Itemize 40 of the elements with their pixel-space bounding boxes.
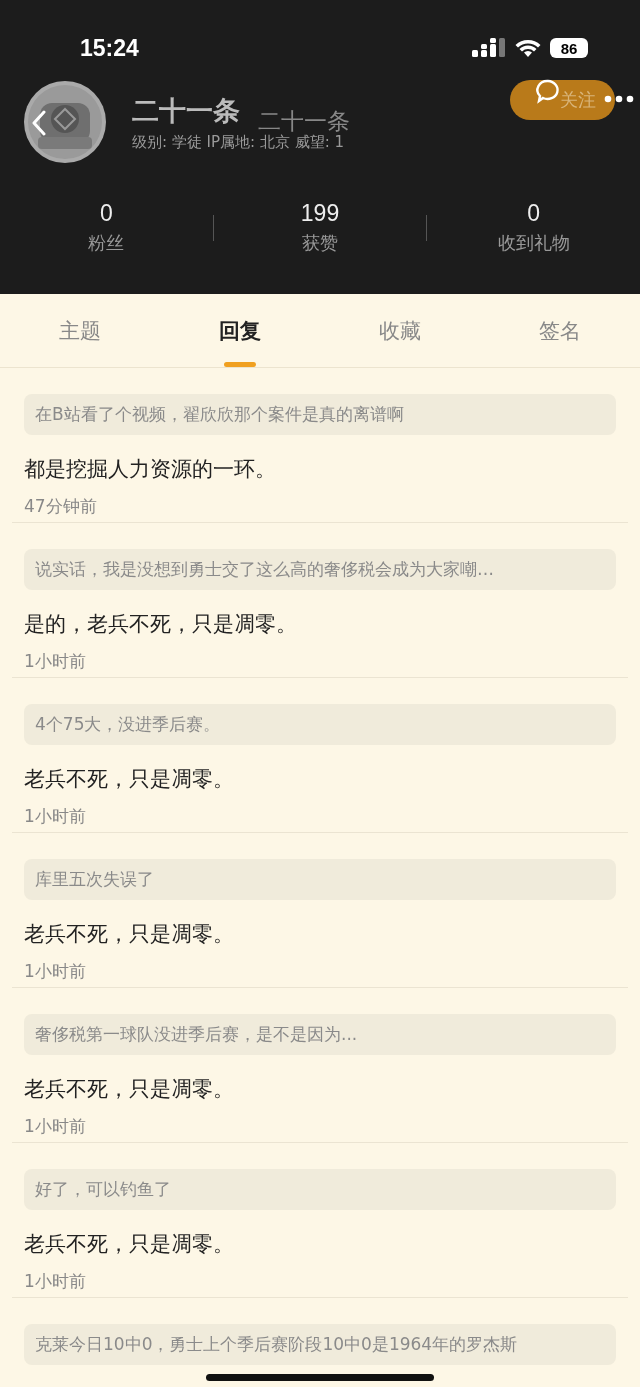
stat-label: 粉丝 bbox=[88, 231, 125, 255]
status-time: 15:24 bbox=[80, 34, 139, 62]
reply-text: 是的，老兵不死，只是凋零。 bbox=[24, 611, 298, 638]
reply-text: 老兵不死，只是凋零。 bbox=[24, 1076, 235, 1103]
quoted-post[interactable]: 奢侈税第一球队没进季后赛，是不是因为... bbox=[24, 1014, 616, 1055]
battery-icon: 86 bbox=[550, 38, 588, 58]
reply-time: 1小时前 bbox=[24, 1115, 87, 1138]
tab[interactable]: 收藏 bbox=[320, 294, 480, 367]
nav-title: 二十一条 bbox=[258, 106, 350, 134]
chat-bubble-icon[interactable] bbox=[534, 78, 562, 106]
stat-label: 获赞 bbox=[302, 231, 338, 255]
quoted-post[interactable]: 克莱今日10中0，勇士上个季后赛阶段10中0是1964年的罗杰斯 bbox=[24, 1324, 616, 1365]
stat-label: 收到礼物 bbox=[497, 231, 570, 255]
follow-button[interactable]: 关注 bbox=[510, 80, 615, 120]
reply-time: 1小时前 bbox=[24, 1270, 87, 1293]
quoted-post[interactable]: 库里五次失误了 bbox=[24, 859, 616, 900]
quoted-post[interactable]: 4个75大，没进季后赛。 bbox=[24, 704, 616, 745]
reply-time: 1小时前 bbox=[24, 650, 87, 673]
quoted-post[interactable]: 在B站看了个视频，翟欣欣那个案件是真的离谱啊 bbox=[24, 394, 616, 435]
reply-text: 都是挖掘人力资源的一环。 bbox=[24, 456, 277, 483]
tab[interactable]: 主题 bbox=[0, 294, 160, 367]
wifi-icon bbox=[515, 38, 541, 58]
username: 二十一条 bbox=[132, 93, 240, 128]
reply-time: 1小时前 bbox=[24, 960, 87, 983]
reply-time: 1小时前 bbox=[24, 805, 87, 828]
signal-icon bbox=[472, 38, 506, 58]
back-icon[interactable] bbox=[32, 110, 46, 136]
reply-time: 47分钟前 bbox=[24, 495, 98, 518]
stat-value: 199 bbox=[300, 200, 340, 227]
quoted-post[interactable]: 说实话，我是没想到勇士交了这么高的奢侈税会成为大家嘲… bbox=[24, 549, 616, 590]
stat-value: 0 bbox=[99, 200, 113, 227]
quoted-post[interactable]: 好了，可以钓鱼了 bbox=[24, 1169, 616, 1210]
reply-text: 老兵不死，只是凋零。 bbox=[24, 921, 235, 948]
more-icon[interactable] bbox=[604, 95, 634, 103]
reply-text: 老兵不死，只是凋零。 bbox=[24, 1231, 235, 1258]
user-meta: 级别: 学徒 IP属地: 北京 威望: 1 bbox=[132, 132, 345, 152]
reply-text: 老兵不死，只是凋零。 bbox=[24, 766, 235, 793]
stat-value: 0 bbox=[527, 200, 541, 227]
tab[interactable]: 回复 bbox=[160, 294, 320, 367]
tab[interactable]: 签名 bbox=[480, 294, 640, 367]
